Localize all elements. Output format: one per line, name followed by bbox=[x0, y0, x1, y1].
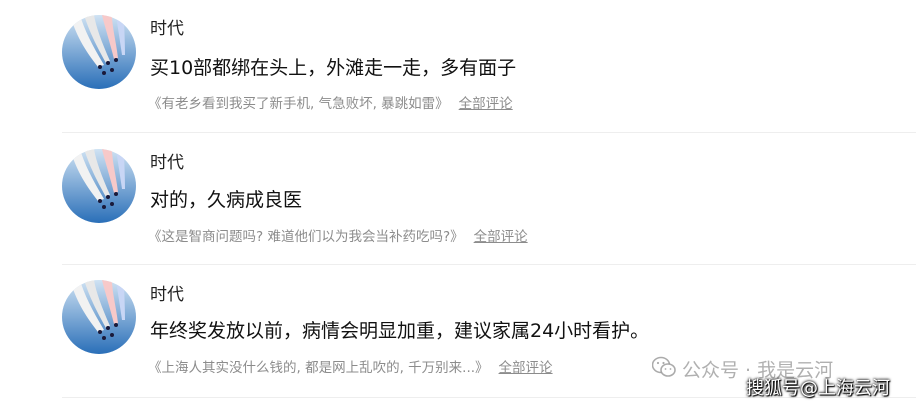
comment-source: 《上海人其实没什么钱的, 都是网上乱吹的, 千万别来...》 全部评论 bbox=[148, 359, 553, 377]
wechat-icon bbox=[651, 356, 676, 385]
all-comments-link[interactable]: 全部评论 bbox=[499, 360, 553, 376]
comment-item: 时代 对的，久病成良医 《这是智商问题吗? 难道他们以为我会当补药吃吗?》 全部评… bbox=[62, 133, 916, 264]
avatar[interactable] bbox=[62, 280, 136, 354]
comment-source: 《有老乡看到我买了新手机, 气急败坏, 暴跳如雷》 全部评论 bbox=[148, 95, 513, 113]
all-comments-link[interactable]: 全部评论 bbox=[459, 96, 513, 112]
avatar[interactable] bbox=[62, 149, 136, 223]
sohu-watermark: 搜狐号@上海云河 bbox=[746, 378, 890, 399]
comment-item: 时代 买10部都绑在头上，外滩走一走，多有面子 《有老乡看到我买了新手机, 气急… bbox=[62, 0, 916, 132]
comment-content: 年终奖发放以前，病情会明显加重，建议家属24小时看护。 bbox=[150, 320, 650, 342]
comment-content: 对的，久病成良医 bbox=[150, 189, 303, 211]
source-article-title[interactable]: 《有老乡看到我买了新手机, 气急败坏, 暴跳如雷》 bbox=[148, 96, 449, 112]
source-article-title[interactable]: 《上海人其实没什么钱的, 都是网上乱吹的, 千万别来...》 bbox=[148, 360, 489, 376]
all-comments-link[interactable]: 全部评论 bbox=[474, 229, 528, 245]
comment-author: 时代 bbox=[150, 153, 184, 173]
source-article-title[interactable]: 《这是智商问题吗? 难道他们以为我会当补药吃吗?》 bbox=[148, 229, 464, 245]
comment-source: 《这是智商问题吗? 难道他们以为我会当补药吃吗?》 全部评论 bbox=[148, 228, 528, 246]
comment-author: 时代 bbox=[150, 19, 184, 39]
avatar[interactable] bbox=[62, 15, 136, 89]
comment-content: 买10部都绑在头上，外滩走一走，多有面子 bbox=[150, 57, 517, 79]
comment-author: 时代 bbox=[150, 285, 184, 305]
